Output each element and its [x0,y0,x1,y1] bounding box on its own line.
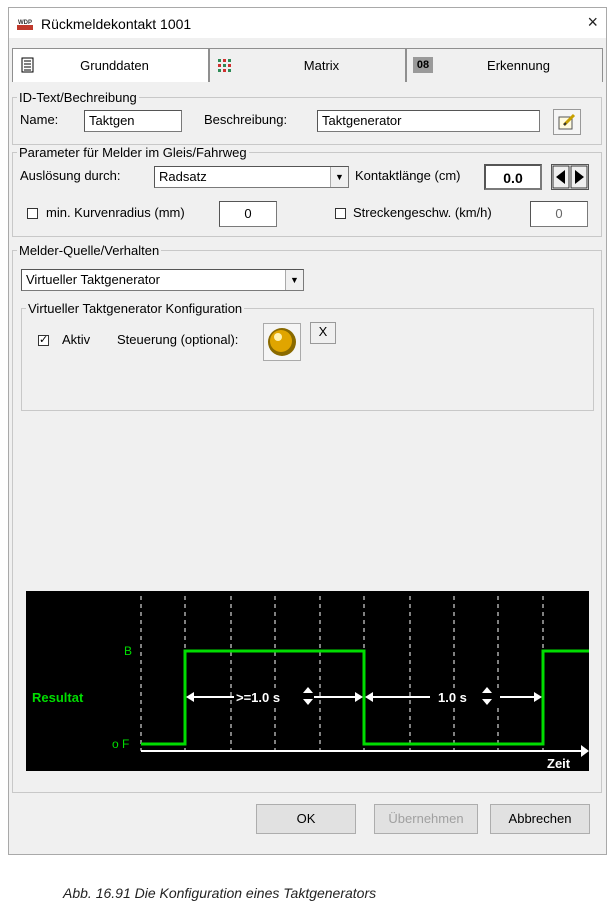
tab-erkennung-label: Erkennung [487,58,550,73]
interval2-label: 1.0 s [438,690,467,705]
cancel-button[interactable]: Abbrechen [490,804,590,834]
timing-diagram: B o F Resultat >=1.0 s 1.0 s Zeit [26,591,589,771]
name-input[interactable]: Taktgen [84,110,182,132]
tab-matrix-label: Matrix [303,58,340,73]
control-signal-button[interactable] [263,323,301,361]
edit-description-button[interactable] [553,109,581,135]
apply-button[interactable]: Übernehmen [374,804,478,834]
level-b-label: B [124,644,132,658]
description-label: Beschreibung: [204,112,288,127]
min-curve-input[interactable]: 0 [219,201,277,227]
track-speed-label: Streckengeschw. (km/h) [353,205,492,220]
contact-length-spinner[interactable] [551,164,589,190]
contact-length-input[interactable]: 0.0 [484,164,542,190]
parameter-legend: Parameter für Melder im Gleis/Fahrweg [19,145,247,160]
svg-text:WDP: WDP [18,20,32,26]
source-legend: Melder-Quelle/Verhalten [19,243,160,258]
tab-erkennung[interactable]: 08 Erkennung [406,48,603,82]
chevron-down-icon[interactable]: ▼ [285,270,303,290]
trigger-select-value: Radsatz [159,169,207,184]
control-label: Steuerung (optional): [117,332,239,347]
track-speed-input[interactable]: 0 [530,201,588,227]
level-f-label: o F [112,737,129,751]
app-logo-icon: WDP [17,16,33,32]
min-curve-checkbox[interactable] [27,208,38,219]
config-legend: Virtueller Taktgenerator Konfiguration [28,301,243,316]
parameter-group: Parameter für Melder im Gleis/Fahrweg [12,145,602,237]
window-title: Rückmeldekontakt 1001 [41,16,192,32]
signal-lamp-icon [268,328,296,356]
result-label: Resultat [32,690,84,705]
source-select[interactable]: Virtueller Taktgenerator ▼ [21,269,304,291]
left-right-arrows-icon [552,165,588,189]
track-speed-checkbox[interactable] [335,208,346,219]
config-group: Virtueller Taktgenerator Konfiguration [21,301,594,411]
chevron-down-icon[interactable]: ▼ [330,167,348,187]
edit-note-icon [558,113,576,130]
figure-caption: Abb. 16.91 Die Konfiguration eines Taktg… [63,885,377,901]
title-bar: WDP Rückmeldekontakt 1001 × [9,8,606,38]
contact-length-label: Kontaktlänge (cm) [355,168,461,183]
tab-grunddaten[interactable]: Grunddaten [12,48,209,82]
active-label: Aktiv [62,332,91,347]
min-curve-label: min. Kurvenradius (mm) [46,205,185,220]
trigger-select[interactable]: Radsatz ▼ [154,166,349,188]
trigger-label: Auslösung durch: [20,168,121,183]
tab-grunddaten-label: Grunddaten [80,58,149,73]
active-checkbox[interactable]: ✓ [38,335,49,346]
name-label: Name: [20,112,59,127]
clear-control-button[interactable]: X [310,322,336,344]
interval1-label: >=1.0 s [236,690,280,705]
dialog-window: WDP Rückmeldekontakt 1001 × Grunddaten M… [8,7,607,855]
description-input[interactable]: Taktgenerator [317,110,540,132]
id-text-legend: ID-Text/Bechreibung [19,90,137,105]
close-icon[interactable]: × [587,12,598,33]
tab-matrix[interactable]: Matrix [209,48,406,82]
ok-button[interactable]: OK [256,804,356,834]
source-select-value: Virtueller Taktgenerator [26,272,160,287]
time-label: Zeit [547,756,571,771]
